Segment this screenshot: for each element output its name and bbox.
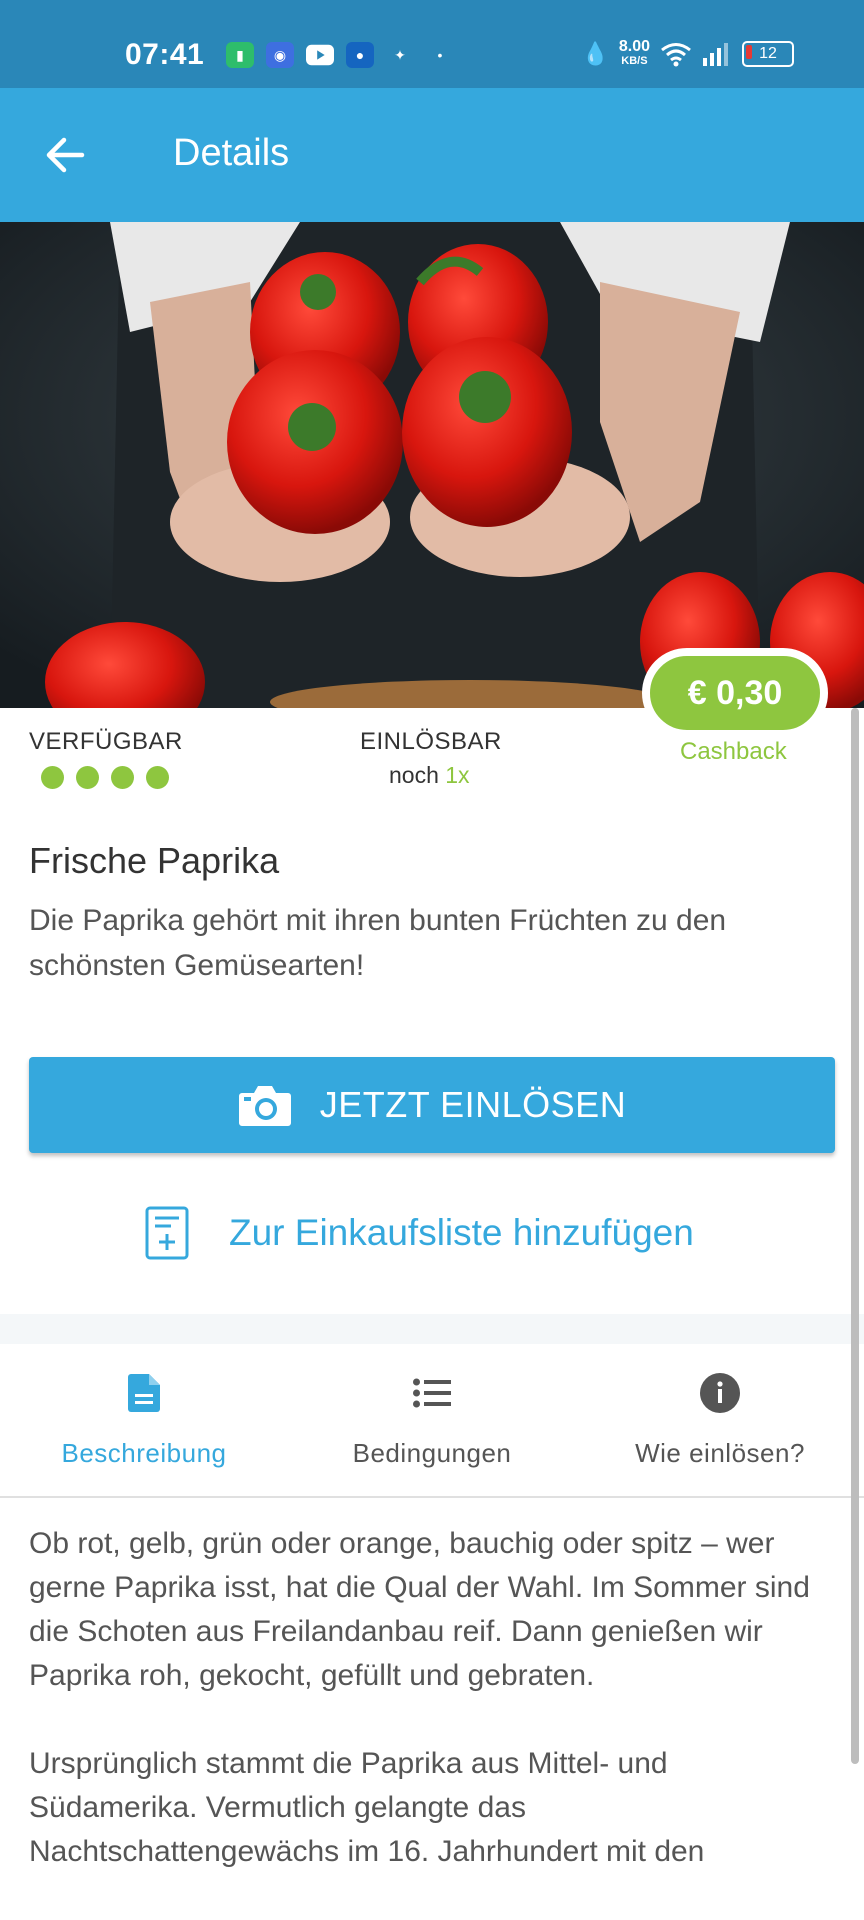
info-icon bbox=[700, 1373, 740, 1413]
status-bar: 07:41 ▮ ◉ ● ✦ • 💧 8.00 KB/S 12 bbox=[0, 0, 864, 88]
redeemable-prefix: noch bbox=[389, 762, 439, 788]
tab-wie-einloesen[interactable]: Wie einlösen? bbox=[576, 1344, 864, 1496]
network-speed: 8.00 KB/S bbox=[618, 38, 650, 68]
back-arrow-icon[interactable] bbox=[42, 132, 88, 178]
availability-dot bbox=[146, 766, 169, 789]
product-title: Frische Paprika bbox=[29, 840, 280, 881]
peppers-illustration bbox=[0, 222, 864, 708]
speed-value: 8.00 bbox=[618, 38, 650, 55]
redeem-button[interactable]: JETZT EINLÖSEN bbox=[29, 1057, 835, 1153]
product-subtitle: Die Paprika gehört mit ihren bunten Früc… bbox=[29, 904, 727, 982]
description-content: Ob rot, gelb, grün oder orange, bauchig … bbox=[29, 1522, 819, 1918]
cashback-label: Cashback bbox=[680, 738, 787, 765]
redeemable-count: noch 1x bbox=[389, 762, 470, 789]
tab-label: Wie einlösen? bbox=[635, 1438, 805, 1468]
app-bar: Details bbox=[0, 88, 864, 222]
availability-dot bbox=[41, 766, 64, 789]
tab-label: Bedingungen bbox=[352, 1438, 512, 1468]
battery-saver-icon: ▮ bbox=[226, 42, 254, 68]
document-icon bbox=[128, 1374, 160, 1412]
notification-icons: ▮ ◉ ● ✦ • bbox=[226, 42, 454, 68]
section-divider bbox=[0, 1314, 864, 1344]
youtube-icon bbox=[306, 42, 334, 68]
redeemable-count-value: 1x bbox=[445, 762, 470, 788]
app-icon: ● bbox=[346, 42, 374, 68]
more-dot-icon: • bbox=[437, 47, 443, 63]
available-label: VERFÜGBAR bbox=[29, 728, 183, 755]
battery-icon: 12 bbox=[742, 41, 794, 67]
description-paragraph: Ursprünglich stammt die Paprika aus Mitt… bbox=[29, 1747, 705, 1868]
availability-dot bbox=[76, 766, 99, 789]
cashback-amount-badge: € 0,30 bbox=[642, 648, 828, 738]
speed-unit: KB/S bbox=[621, 55, 648, 67]
tab-label: Beschreibung bbox=[61, 1438, 227, 1468]
page-title: Details bbox=[173, 132, 290, 174]
product-image bbox=[0, 222, 864, 708]
redeemable-label: EINLÖSBAR bbox=[360, 728, 502, 755]
tab-beschreibung[interactable]: Beschreibung bbox=[0, 1344, 288, 1496]
list-icon bbox=[413, 1378, 451, 1408]
availability-indicator bbox=[41, 766, 169, 789]
redeem-button-label: JETZT EINLÖSEN bbox=[319, 1084, 627, 1125]
signal-icon bbox=[703, 43, 728, 66]
availability-dot bbox=[111, 766, 134, 789]
system-icons: 💧 8.00 KB/S 12 bbox=[581, 38, 794, 68]
add-to-list-label: Zur Einkaufsliste hinzufügen bbox=[229, 1212, 694, 1253]
bird-icon: ✦ bbox=[394, 46, 406, 63]
drop-icon: 💧 bbox=[581, 41, 609, 66]
nfc-icon: ◉ bbox=[266, 42, 294, 68]
status-time: 07:41 bbox=[125, 38, 205, 71]
add-to-shopping-list-button[interactable]: Zur Einkaufsliste hinzufügen bbox=[145, 1206, 694, 1260]
camera-icon bbox=[238, 1086, 291, 1126]
tab-bar: Beschreibung Bedingungen Wie einlösen? bbox=[0, 1344, 864, 1498]
wifi-icon bbox=[661, 43, 691, 67]
add-to-list-icon bbox=[145, 1206, 189, 1260]
scrollbar[interactable] bbox=[851, 708, 859, 1764]
description-paragraph: Ob rot, gelb, grün oder orange, bauchig … bbox=[29, 1527, 810, 1692]
tab-bedingungen[interactable]: Bedingungen bbox=[288, 1344, 576, 1496]
